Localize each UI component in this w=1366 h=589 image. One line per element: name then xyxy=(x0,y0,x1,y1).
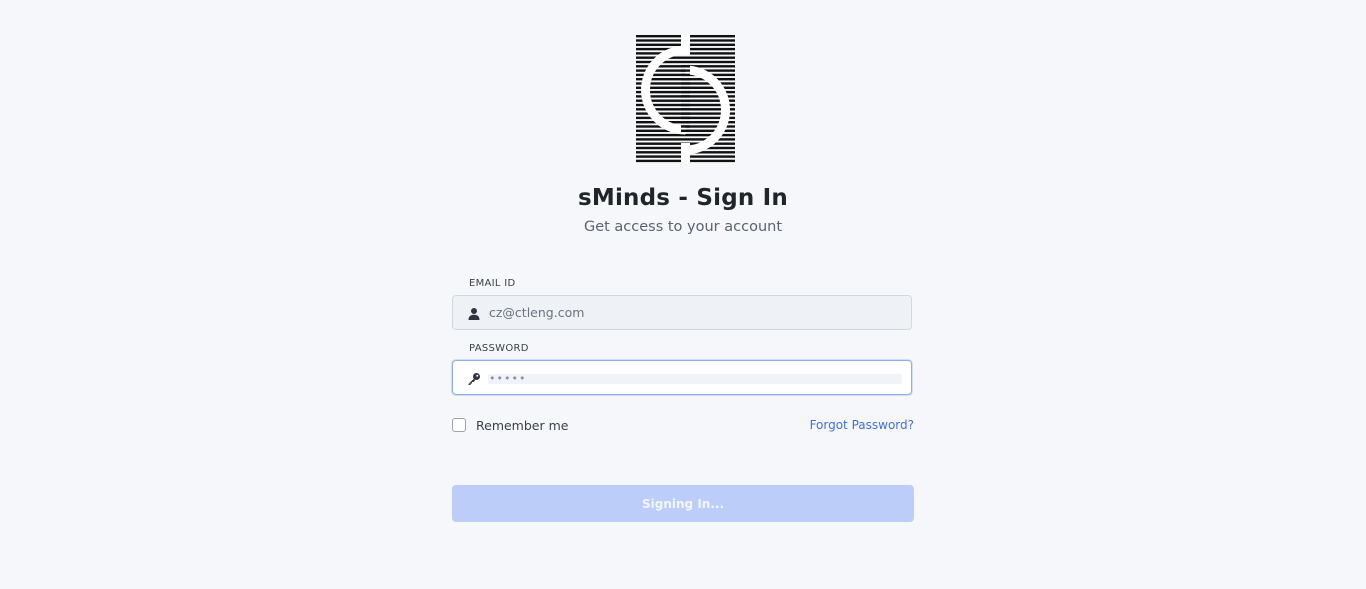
password-label: PASSWORD xyxy=(469,343,529,354)
forgot-password-link[interactable]: Forgot Password? xyxy=(810,417,914,433)
page-title: sMinds - Sign In xyxy=(578,185,788,211)
email-value: cz@ctleng.com xyxy=(489,305,585,320)
remember-me-label[interactable]: Remember me xyxy=(476,418,568,433)
sminds-logo-icon xyxy=(636,35,735,163)
sign-in-page: sMinds - Sign In Get access to your acco… xyxy=(0,0,1366,589)
email-label: EMAIL ID xyxy=(469,278,516,289)
password-autofill-strip xyxy=(488,374,902,384)
password-value: ••••• xyxy=(489,372,527,385)
remember-me-checkbox[interactable] xyxy=(452,418,466,432)
password-field[interactable]: ••••• xyxy=(452,360,912,395)
page-subtitle: Get access to your account xyxy=(583,219,783,235)
user-icon xyxy=(467,306,481,320)
remember-me[interactable]: Remember me xyxy=(452,417,568,433)
email-field[interactable]: cz@ctleng.com xyxy=(452,295,912,330)
key-icon xyxy=(467,371,481,385)
sign-in-button[interactable]: Signing In... xyxy=(452,485,914,522)
